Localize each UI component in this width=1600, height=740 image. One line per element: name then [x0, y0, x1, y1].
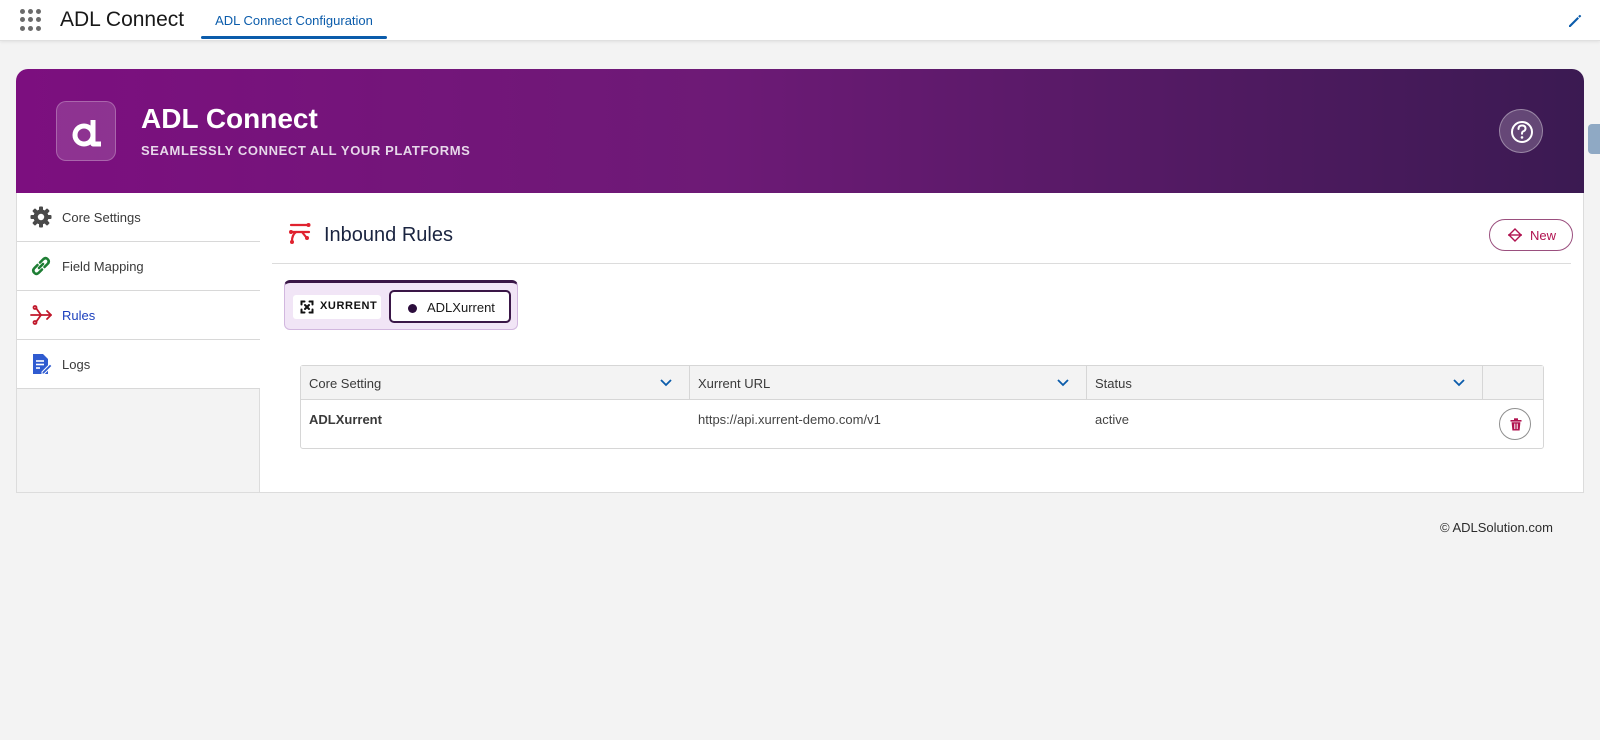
question-icon [1511, 121, 1533, 143]
app-bar: ADL Connect ADL Connect Configuration [0, 0, 1600, 41]
sidebar-item-label: Core Settings [62, 210, 141, 225]
gear-icon [30, 206, 52, 228]
header-banner: ADL Connect SEAMLESSLY CONNECT ALL YOUR … [16, 69, 1584, 193]
app-name: ADL Connect [60, 8, 185, 31]
help-button[interactable] [1499, 109, 1543, 153]
sidebar-item-logs[interactable]: Logs [17, 340, 260, 389]
new-rule-button[interactable]: New [1489, 219, 1573, 251]
sidebar-item-core-settings[interactable]: Core Settings [17, 193, 260, 242]
cell-xurrent-url: https://api.xurrent-demo.com/v1 [698, 412, 881, 427]
chevron-down-icon[interactable] [659, 378, 673, 388]
tab-adlxurrent[interactable]: ADLXurrent [389, 290, 511, 323]
section-title: Inbound Rules [324, 224, 453, 246]
main-panel: Inbound Rules New XURRENT ADLXurrent Cor… [260, 193, 1583, 492]
column-header-xurrent-url[interactable]: Xurrent URL [690, 366, 1087, 400]
sidebar-item-rules[interactable]: Rules [17, 291, 260, 340]
active-dot-icon [408, 304, 417, 313]
sidebar-item-label: Rules [62, 308, 96, 323]
app-launcher-icon[interactable] [20, 9, 42, 31]
sidebar-nav: Core Settings Field Mapping Rules Logs [17, 193, 260, 492]
inbound-rules-icon [289, 223, 311, 244]
new-button-label: New [1530, 227, 1557, 243]
column-header-status[interactable]: Status [1087, 366, 1483, 400]
xurrent-brand: XURRENT [293, 295, 381, 319]
link-icon [31, 256, 51, 276]
tab-label: ADLXurrent [427, 300, 495, 315]
cell-status: active [1095, 412, 1129, 427]
divider [272, 263, 1571, 264]
xurrent-logo-icon [300, 300, 314, 314]
sidebar-item-field-mapping[interactable]: Field Mapping [17, 242, 260, 291]
trash-icon [1510, 418, 1522, 431]
rules-table: Core Setting Xurrent URL Status ADLXurre… [300, 365, 1544, 449]
utility-panel-toggle[interactable] [1588, 124, 1600, 154]
adl-logo [56, 101, 116, 161]
logs-icon [33, 354, 53, 375]
rules-icon [30, 305, 52, 325]
adl-logo-icon [72, 120, 101, 147]
sidebar-item-label: Field Mapping [62, 259, 144, 274]
new-rule-icon [1508, 228, 1522, 242]
delete-button[interactable] [1499, 408, 1531, 440]
pencil-icon[interactable] [1567, 13, 1583, 29]
table-header: Core Setting Xurrent URL Status [301, 366, 1543, 400]
active-tab-indicator [201, 36, 387, 39]
content-card: Core Settings Field Mapping Rules Logs I… [16, 193, 1584, 493]
platform-tab-group: XURRENT ADLXurrent [284, 280, 518, 330]
nav-tab-adl-connect-configuration[interactable]: ADL Connect Configuration [201, 0, 387, 41]
copyright-footer: © ADLSolution.com [1440, 520, 1553, 535]
cell-core-setting: ADLXurrent [309, 412, 382, 427]
banner-title: ADL Connect [141, 103, 318, 134]
chevron-down-icon[interactable] [1056, 378, 1070, 388]
column-header-core-setting[interactable]: Core Setting [301, 366, 690, 400]
chevron-down-icon[interactable] [1452, 378, 1466, 388]
brand-label: XURRENT [320, 300, 378, 312]
nav-tab-label: ADL Connect Configuration [215, 13, 373, 28]
banner-subtitle: SEAMLESSLY CONNECT ALL YOUR PLATFORMS [141, 143, 471, 158]
sidebar-item-label: Logs [62, 357, 91, 372]
